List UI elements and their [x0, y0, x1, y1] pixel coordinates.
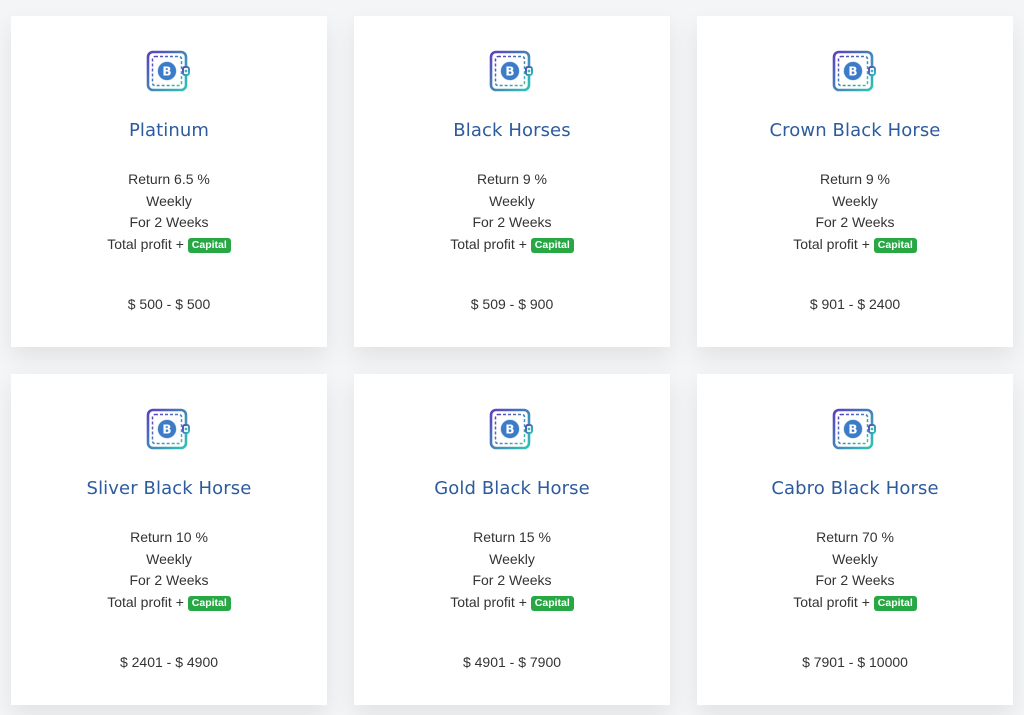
svg-text:B: B [848, 65, 857, 79]
plan-name: Cabro Black Horse [771, 478, 939, 499]
plan-card-platinum[interactable]: B Platinum Return 6.5 % Weekly For 2 Wee… [11, 16, 327, 347]
svg-text:B: B [848, 423, 857, 437]
plan-frequency: Weekly [832, 192, 878, 209]
plan-range: $ 509 - $ 900 [470, 296, 554, 312]
plan-duration: For 2 Weeks [472, 572, 552, 588]
bitcoin-wallet-icon: B [489, 49, 535, 95]
plan-range: $ 4901 - $ 7900 [462, 654, 562, 670]
investment-plans-grid: B Platinum Return 6.5 % Weekly For 2 Wee… [11, 16, 1013, 705]
capital-badge: Capital [873, 237, 917, 253]
bitcoin-wallet-icon: B [489, 407, 535, 453]
plan-details: Return 9 % Weekly For 2 Weeks Total prof… [697, 169, 1013, 255]
plan-frequency: Weekly [146, 192, 192, 209]
plan-name: Sliver Black Horse [86, 478, 252, 499]
plan-name: Platinum [128, 120, 210, 141]
plan-frequency: Weekly [489, 550, 535, 567]
capital-badge: Capital [530, 595, 574, 611]
plan-profit-line: Total profit + Capital [11, 234, 327, 256]
plan-profit-text: Total profit + [450, 235, 527, 252]
bitcoin-wallet-icon: B [832, 49, 878, 95]
plan-profit-line: Total profit + Capital [697, 592, 1013, 614]
plan-profit-line: Total profit + Capital [697, 234, 1013, 256]
bitcoin-wallet-icon: B [146, 49, 192, 95]
plan-card-crown-black-horse[interactable]: B Crown Black Horse Return 9 % Weekly Fo… [697, 16, 1013, 347]
plan-details: Return 6.5 % Weekly For 2 Weeks Total pr… [11, 169, 327, 255]
capital-badge: Capital [530, 237, 574, 253]
plan-profit-text: Total profit + [107, 235, 184, 252]
plan-return: Return 6.5 % [128, 171, 210, 187]
plan-return: Return 70 % [816, 529, 894, 545]
plan-return: Return 9 % [819, 171, 891, 187]
plan-card-cabro-black-horse[interactable]: B Cabro Black Horse Return 70 % Weekly F… [697, 374, 1013, 705]
plan-range: $ 901 - $ 2400 [809, 296, 901, 312]
plan-range: $ 2401 - $ 4900 [119, 654, 219, 670]
plan-details: Return 9 % Weekly For 2 Weeks Total prof… [354, 169, 670, 255]
plan-profit-line: Total profit + Capital [354, 592, 670, 614]
plan-profit-text: Total profit + [793, 593, 870, 610]
svg-text:B: B [505, 423, 514, 437]
plan-duration: For 2 Weeks [815, 214, 895, 230]
plan-frequency: Weekly [146, 550, 192, 567]
plan-duration: For 2 Weeks [129, 572, 209, 588]
bitcoin-wallet-icon: B [146, 407, 192, 453]
plan-details: Return 10 % Weekly For 2 Weeks Total pro… [11, 527, 327, 613]
plan-frequency: Weekly [489, 192, 535, 209]
plan-return: Return 9 % [476, 171, 548, 187]
plan-duration: For 2 Weeks [129, 214, 209, 230]
svg-text:B: B [162, 423, 171, 437]
plan-range: $ 7901 - $ 10000 [802, 654, 908, 670]
capital-badge: Capital [873, 595, 917, 611]
plan-name: Black Horses [453, 120, 571, 141]
plan-return: Return 15 % [473, 529, 551, 545]
plan-frequency: Weekly [832, 550, 878, 567]
bitcoin-wallet-icon: B [832, 407, 878, 453]
plan-name: Crown Black Horse [769, 120, 941, 141]
plan-profit-text: Total profit + [793, 235, 870, 252]
plan-profit-line: Total profit + Capital [354, 234, 670, 256]
plan-details: Return 70 % Weekly For 2 Weeks Total pro… [697, 527, 1013, 613]
plan-card-sliver-black-horse[interactable]: B Sliver Black Horse Return 10 % Weekly … [11, 374, 327, 705]
plan-return: Return 10 % [130, 529, 208, 545]
plan-profit-text: Total profit + [450, 593, 527, 610]
svg-text:B: B [505, 65, 514, 79]
capital-badge: Capital [187, 595, 231, 611]
plan-card-black-horses[interactable]: B Black Horses Return 9 % Weekly For 2 W… [354, 16, 670, 347]
plan-duration: For 2 Weeks [472, 214, 552, 230]
plan-profit-text: Total profit + [107, 593, 184, 610]
capital-badge: Capital [187, 237, 231, 253]
plan-card-gold-black-horse[interactable]: B Gold Black Horse Return 15 % Weekly Fo… [354, 374, 670, 705]
plan-name: Gold Black Horse [434, 478, 590, 499]
plan-duration: For 2 Weeks [815, 572, 895, 588]
plan-profit-line: Total profit + Capital [11, 592, 327, 614]
svg-text:B: B [162, 65, 171, 79]
plan-range: $ 500 - $ 500 [127, 296, 211, 312]
plan-details: Return 15 % Weekly For 2 Weeks Total pro… [354, 527, 670, 613]
